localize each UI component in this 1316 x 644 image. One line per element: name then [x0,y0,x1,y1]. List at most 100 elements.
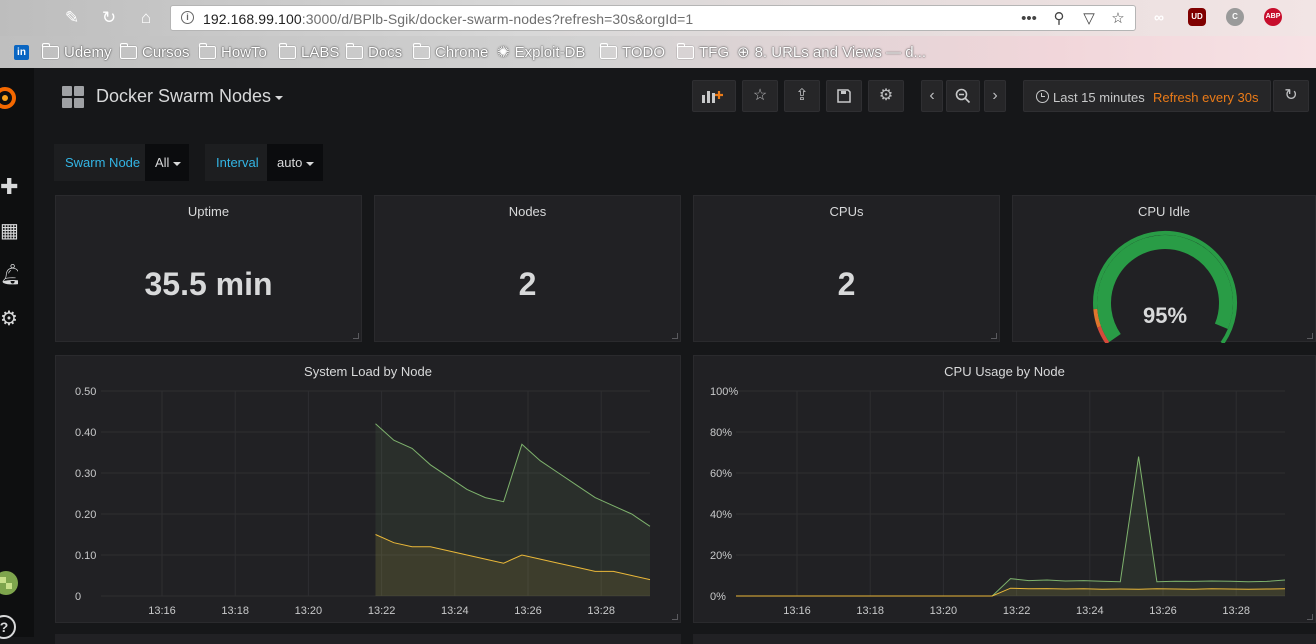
system-load-chart: 0 0.10 0.20 0.30 0.40 0.50 13:16 13:18 13:20 13:2… [75,386,651,617]
bookmark-tfg[interactable]: TFG [677,42,729,62]
stat-value: 35.5 min [144,266,273,302]
bookmark-labs[interactable]: LABS [279,42,339,62]
ublock-icon[interactable]: UD [1188,8,1206,26]
bookmark-cursos[interactable]: Cursos [120,42,190,62]
create-icon[interactable]: ✚ [0,176,18,198]
x-tick-label: 13:26 [514,605,542,617]
star-dashboard-button[interactable]: ☆ [742,80,778,112]
url-host: 192.168.99.100 [203,11,302,27]
home-icon[interactable]: ⌂ [134,6,158,30]
resize-handle[interactable] [991,333,997,339]
stat-value: 2 [837,266,856,302]
refresh-button[interactable]: ↻ [1273,80,1309,112]
caret-down-icon [306,161,315,166]
settings-button[interactable]: ⚙ [868,80,904,112]
time-range-label[interactable]: Last 15 minutes [1053,90,1145,105]
clock-icon [1036,90,1049,103]
bookmark-django-urls[interactable]: ⊕ 8. URLs and Views — d... [737,42,926,62]
refresh-interval-label[interactable]: Refresh every 30s [1153,90,1259,105]
time-back-button[interactable]: ‹ [921,80,943,112]
grafana-logo-icon[interactable] [0,84,18,112]
adblock-plus-icon[interactable]: ABP [1264,8,1282,26]
bookmark-docs[interactable]: Docs [346,42,402,62]
folder-icon [120,42,137,59]
reload-icon[interactable]: ↻ [97,6,121,30]
page-actions-icon[interactable]: ••• [1019,9,1039,29]
time-forward-button[interactable]: › [984,80,1006,112]
cpus-panel[interactable]: CPUs 2 [693,195,1000,342]
resize-handle[interactable] [672,333,678,339]
panel-title[interactable]: CPUs [694,204,999,219]
cpu-usage-panel[interactable]: CPU Usage by Node 0% 20% 40% 60% 80% 100% 13:1… [693,355,1316,623]
bookmark-chrome[interactable]: Chrome [413,42,488,62]
variable-value: auto [277,155,303,170]
dashboard-header: Docker Swarm Nodes ☆ ⇪ ⚙ ‹ › Last 15 min… [34,68,1316,128]
exploit-db-icon: ✺ [497,44,510,61]
user-avatar[interactable] [0,571,18,595]
variable-label-interval: Interval [205,144,267,181]
resize-handle[interactable] [672,614,678,620]
chevron-down-icon[interactable] [275,96,283,100]
y-tick-label: 0.40 [75,427,96,439]
resize-handle[interactable] [1307,333,1313,339]
lightbulb-icon[interactable]: ⚲ [1049,9,1069,29]
configuration-gear-icon[interactable]: ⚙ [0,308,18,330]
bookmark-howto[interactable]: HowTo [199,42,267,62]
series-area [736,456,1285,596]
y-tick-label: 100% [710,386,738,398]
pocket-icon[interactable]: ▽ [1079,9,1099,29]
y-tick-label: 0.30 [75,468,96,480]
add-panel-button[interactable] [692,80,736,112]
mask-icon[interactable]: ∞ [1150,8,1168,26]
x-tick-label: 13:18 [856,605,884,617]
globe-icon: ⊕ [737,44,750,61]
variable-select-interval[interactable]: auto [267,144,323,181]
url-text[interactable]: 192.168.99.100:3000/d/BPlb-Sgik/docker-s… [203,11,693,27]
x-tick-label: 13:22 [1003,605,1031,617]
linkedin-bookmark[interactable]: in [14,42,29,62]
dashboard-title[interactable]: Docker Swarm Nodes [96,86,271,107]
y-tick-label: 60% [710,468,732,480]
tools-icon[interactable]: ✎ [60,6,84,30]
grafana-sidebar: ✚ ▦ 🔔︎ ⚙ ? [0,68,34,639]
bookmark-todo[interactable]: TODO [600,42,665,62]
y-tick-label: 0 [75,591,81,603]
x-tick-label: 13:24 [1076,605,1104,617]
share-dashboard-button[interactable]: ⇪ [784,80,820,112]
variable-select-swarm-node[interactable]: All [145,144,189,181]
panel-title[interactable]: Uptime [56,204,361,219]
x-tick-label: 13:24 [441,605,469,617]
y-tick-label: 0% [710,591,726,603]
time-picker[interactable]: Last 15 minutes Refresh every 30s [1023,80,1271,112]
uptime-panel[interactable]: Uptime 35.5 min [55,195,362,342]
zoom-out-button[interactable] [946,80,980,112]
dashboard-main: Docker Swarm Nodes ☆ ⇪ ⚙ ‹ › Last 15 min… [34,68,1316,644]
variable-label-swarm-node: Swarm Node [54,144,145,181]
series-line [736,456,1286,597]
system-load-panel[interactable]: System Load by Node 0 0.10 0.20 0.30 0.40 0.5… [55,355,681,623]
bookmarks-bar: in Udemy Cursos HowTo LABS Docs Chrome ✺… [0,36,1316,68]
x-tick-label: 13:22 [368,605,396,617]
dashboards-icon[interactable]: ▦ [0,220,18,242]
info-icon[interactable]: i [181,11,194,24]
nodes-panel[interactable]: Nodes 2 [374,195,681,342]
panel-title[interactable]: Nodes [375,204,680,219]
folder-icon [42,42,59,59]
folder-icon [346,42,363,59]
url-bar[interactable]: i 192.168.99.100:3000/d/BPlb-Sgik/docker… [170,5,1136,31]
y-tick-label: 40% [710,509,732,521]
y-tick-label: 80% [710,427,732,439]
resize-handle[interactable] [1307,614,1313,620]
zoom-out-icon [955,88,971,104]
resize-handle[interactable] [353,333,359,339]
bookmark-udemy[interactable]: Udemy [42,42,112,62]
bookmark-exploit-db[interactable]: ✺ Exploit-DB [497,42,585,62]
help-icon[interactable]: ? [0,615,16,639]
alerting-bell-icon[interactable]: 🔔︎ [0,264,18,286]
save-dashboard-button[interactable] [826,80,862,112]
extension-c-icon[interactable]: C [1226,8,1244,26]
x-tick-label: 13:16 [148,605,176,617]
bookmark-star-icon[interactable]: ☆ [1108,9,1128,29]
cpu-idle-panel[interactable]: CPU Idle 95% [1012,195,1316,343]
linkedin-icon: in [14,44,29,60]
